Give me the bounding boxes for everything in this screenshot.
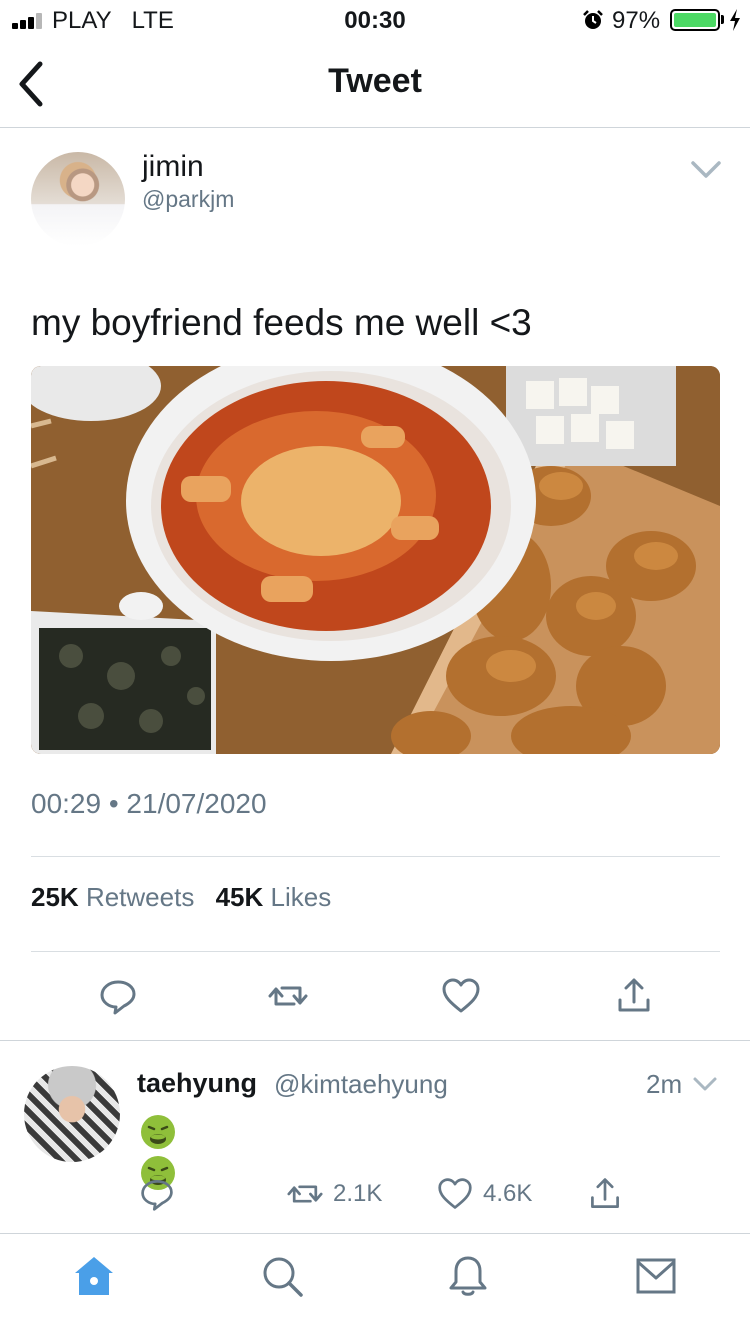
retweet-icon[interactable]	[287, 1176, 323, 1212]
page-title: Tweet	[328, 62, 422, 100]
reply-like-count: 4.6K	[483, 1180, 533, 1207]
heart-icon[interactable]	[441, 976, 481, 1016]
author-name[interactable]: jimin	[142, 150, 204, 184]
divider	[31, 856, 720, 857]
chevron-down-icon[interactable]	[692, 1076, 718, 1092]
divider	[0, 1040, 750, 1041]
reply-like-button[interactable]: 4.6K	[437, 1176, 532, 1212]
battery-tip	[721, 15, 724, 24]
heart-icon[interactable]	[437, 1176, 473, 1212]
author-avatar[interactable]	[31, 152, 125, 246]
search-icon[interactable]	[260, 1254, 304, 1298]
likes-count[interactable]: 45K	[216, 882, 264, 912]
reply-reply-button[interactable]	[139, 1176, 175, 1212]
reply-text	[140, 1114, 224, 1190]
chevron-down-icon[interactable]	[690, 160, 722, 180]
retweets-count[interactable]: 25K	[31, 882, 79, 912]
nauseated-face-icon	[141, 1115, 175, 1149]
reply-share-button[interactable]	[587, 1176, 623, 1212]
reply-time: 2m	[646, 1069, 683, 1099]
tweet-photo[interactable]	[31, 366, 720, 754]
battery-percentage: 97%	[612, 7, 661, 34]
charging-bolt-icon	[730, 9, 740, 31]
retweets-label[interactable]: Retweets	[86, 882, 194, 912]
battery-icon	[670, 9, 720, 31]
reply-author-name[interactable]: taehyung	[137, 1068, 257, 1099]
mail-icon[interactable]	[634, 1254, 678, 1298]
status-bar: PLAY LTE 00:30 97%	[0, 0, 750, 40]
alarm-icon	[583, 10, 603, 29]
reply-author-handle[interactable]: @kimtaehyung	[274, 1069, 448, 1100]
tab-bar	[0, 1233, 750, 1334]
share-icon[interactable]	[587, 1176, 623, 1212]
reply-retweet-button[interactable]: 2.1K	[287, 1176, 382, 1212]
reply-author-avatar[interactable]	[24, 1066, 120, 1162]
tweet-timestamp: 00:29 • 21/07/2020	[31, 788, 267, 819]
reply-icon[interactable]	[139, 1176, 175, 1212]
divider	[31, 951, 720, 952]
reply-retweet-count: 2.1K	[333, 1180, 383, 1207]
home-icon[interactable]	[72, 1254, 116, 1298]
share-icon[interactable]	[614, 976, 654, 1016]
likes-label[interactable]: Likes	[271, 882, 332, 912]
engagement-stats: 25K Retweets 45K Likes	[31, 882, 345, 913]
author-handle[interactable]: @parkjm	[142, 186, 234, 213]
tweet-text: my boyfriend feeds me well <3	[31, 302, 532, 343]
reply-icon[interactable]	[98, 976, 138, 1016]
retweet-icon[interactable]	[268, 976, 308, 1016]
bell-icon[interactable]	[446, 1254, 490, 1298]
navigation-bar: Tweet	[0, 40, 750, 128]
